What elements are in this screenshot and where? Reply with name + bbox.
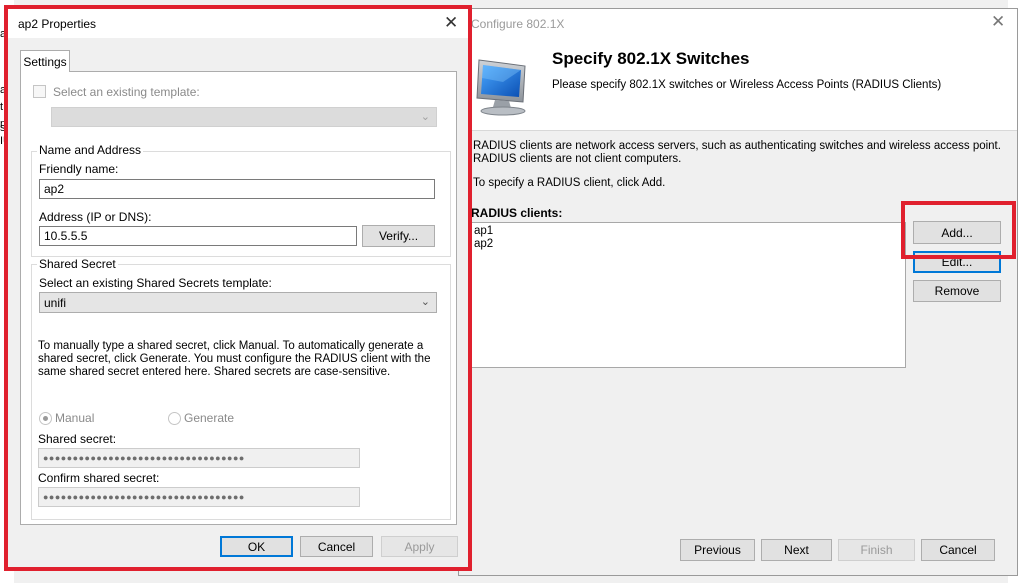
remove-button[interactable]: Remove <box>913 280 1001 302</box>
template-select[interactable]: ⌄ <box>51 107 437 127</box>
manual-radio-label: Manual <box>55 411 95 425</box>
dialog-close-icon[interactable]: ✕ <box>444 13 458 33</box>
chevron-down-icon: ⌄ <box>420 111 430 123</box>
background-text: s <box>0 122 6 134</box>
background-text: t <box>0 101 4 113</box>
secret-template-value: unifi <box>44 296 67 310</box>
template-checkbox-label: Select an existing template: <box>53 85 200 99</box>
secret-template-select[interactable]: unifi ⌄ <box>39 292 437 313</box>
manual-radio[interactable] <box>39 412 52 425</box>
list-item[interactable]: ap1 <box>474 225 493 238</box>
wizard-header: Specify 802.1X Switches Please specify 8… <box>459 39 1017 131</box>
wizard-description: RADIUS clients are not client computers. <box>473 153 682 165</box>
shared-secret-field[interactable]: ●●●●●●●●●●●●●●●●●●●●●●●●●●●●●●●●●● <box>38 448 360 468</box>
wizard-titlebar: Configure 802.1X ✕ <box>459 9 1017 39</box>
secret-template-label: Select an existing Shared Secrets templa… <box>39 276 272 290</box>
confirm-secret-field[interactable]: ●●●●●●●●●●●●●●●●●●●●●●●●●●●●●●●●●● <box>38 487 360 507</box>
list-item[interactable]: ap2 <box>474 238 493 251</box>
wizard-close-icon[interactable]: ✕ <box>991 12 1005 32</box>
address-field[interactable]: 10.5.5.5 <box>39 226 357 246</box>
shared-secret-instructions: To manually type a shared secret, click … <box>38 340 431 378</box>
computer-monitor-icon <box>476 59 526 116</box>
name-address-group-label: Name and Address <box>37 143 144 157</box>
next-button[interactable]: Next <box>761 539 832 561</box>
wizard-heading: Specify 802.1X Switches <box>552 49 750 68</box>
chevron-down-icon: ⌄ <box>420 296 430 308</box>
generate-radio-label: Generate <box>184 411 235 425</box>
add-button[interactable]: Add... <box>913 221 1001 244</box>
tab-settings[interactable]: Settings <box>20 50 70 72</box>
friendly-name-label: Friendly name: <box>39 162 119 176</box>
generate-radio[interactable] <box>168 412 181 425</box>
wizard-title: Configure 802.1X <box>471 17 565 31</box>
edit-button[interactable]: Edit... <box>913 251 1001 273</box>
friendly-name-field[interactable]: ap2 <box>39 179 435 199</box>
verify-button[interactable]: Verify... <box>362 225 435 247</box>
radius-clients-label: RADIUS clients: <box>471 206 563 220</box>
radius-clients-list[interactable]: ap1 ap2 <box>471 222 906 368</box>
dialog-titlebar: ap2 Properties ✕ <box>8 8 469 38</box>
wizard-description: RADIUS clients are network access server… <box>473 140 1001 152</box>
wizard-cancel-button[interactable]: Cancel <box>921 539 995 561</box>
previous-button[interactable]: Previous <box>680 539 755 561</box>
ap2-properties-dialog: ap2 Properties ✕ Settings Select an exis… <box>7 7 470 569</box>
shared-secret-label: Shared secret: <box>38 432 117 446</box>
template-checkbox[interactable] <box>33 85 46 98</box>
background-text: a <box>0 28 7 40</box>
dialog-cancel-button[interactable]: Cancel <box>300 536 373 557</box>
confirm-secret-label: Confirm shared secret: <box>38 471 160 485</box>
shared-secret-group-label: Shared Secret <box>37 257 118 271</box>
dialog-title: ap2 Properties <box>18 17 97 31</box>
configure-8021x-wizard: Configure 802.1X ✕ Specify 802.1X Switch… <box>458 8 1018 576</box>
background-text: a <box>0 84 7 96</box>
finish-button[interactable]: Finish <box>838 539 915 561</box>
ok-button[interactable]: OK <box>220 536 293 557</box>
address-label: Address (IP or DNS): <box>39 210 152 224</box>
wizard-instruction: To specify a RADIUS client, click Add. <box>473 177 666 189</box>
apply-button[interactable]: Apply <box>381 536 458 557</box>
wizard-subheading: Please specify 802.1X switches or Wirele… <box>552 79 942 91</box>
